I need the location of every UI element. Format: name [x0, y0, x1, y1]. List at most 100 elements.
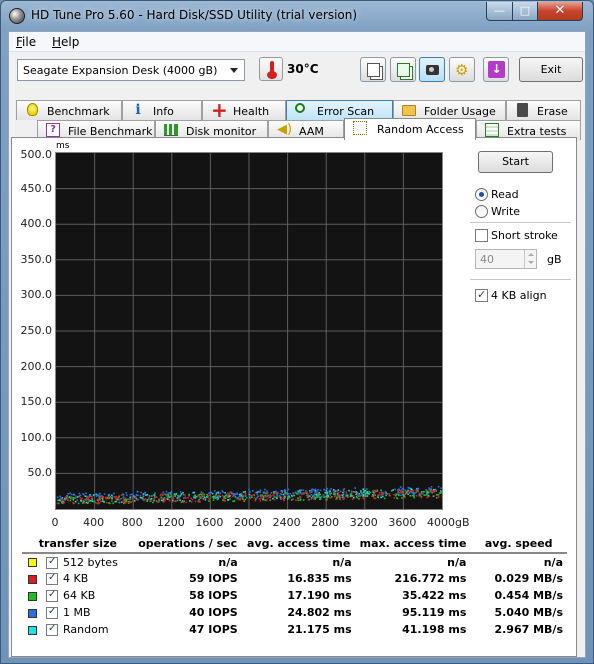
- tab-erase[interactable]: Erase: [506, 100, 581, 120]
- menu-file[interactable]: File: [16, 35, 36, 49]
- data-point: [211, 496, 214, 498]
- data-point: [364, 495, 367, 497]
- divider: [470, 222, 571, 223]
- spin-down-icon[interactable]: [524, 259, 536, 268]
- maximize-button[interactable]: □: [512, 2, 538, 21]
- data-point: [404, 496, 406, 499]
- data-point: [319, 493, 321, 496]
- avg-speed-cell: 5.040 MB/s: [494, 606, 563, 619]
- data-point: [265, 496, 267, 498]
- avg-speed-cell: 2.967 MB/s: [494, 623, 563, 636]
- tab-folder-usage[interactable]: Folder Usage: [393, 100, 506, 120]
- data-point: [244, 492, 247, 495]
- close-button[interactable]: ✕: [537, 2, 583, 21]
- copy-screenshot-button[interactable]: [390, 57, 416, 82]
- data-point: [339, 494, 342, 497]
- data-point: [177, 494, 179, 497]
- data-point: [66, 498, 69, 500]
- data-point: [249, 494, 252, 496]
- data-point: [263, 491, 266, 494]
- data-point: [307, 499, 310, 501]
- y-tick-label: 500.0: [20, 148, 53, 161]
- data-point: [80, 500, 82, 502]
- data-point: [330, 497, 332, 499]
- data-point: [299, 497, 302, 499]
- series-checkbox[interactable]: [46, 589, 58, 602]
- data-point: [428, 489, 431, 491]
- minimize-button[interactable]: —: [486, 2, 513, 21]
- data-point: [266, 498, 268, 501]
- screenshot-button[interactable]: [419, 57, 445, 82]
- series-color-swatch: [28, 574, 37, 584]
- read-radio[interactable]: [475, 188, 488, 201]
- data-point: [98, 492, 101, 495]
- tab-error-scan[interactable]: Error Scan: [286, 100, 393, 120]
- data-point: [355, 493, 357, 496]
- info-icon: i: [135, 102, 141, 118]
- data-point: [342, 493, 345, 496]
- data-point: [84, 502, 86, 504]
- spin-up-icon[interactable]: [524, 250, 536, 259]
- x-tick-label: 0: [51, 516, 59, 529]
- data-point: [227, 495, 229, 497]
- data-point: [307, 493, 310, 496]
- operations-cell: 47 IOPS: [189, 623, 238, 636]
- series-checkbox[interactable]: [46, 606, 58, 619]
- data-point: [82, 499, 84, 502]
- read-label: Read: [491, 188, 519, 201]
- series-checkbox[interactable]: [46, 623, 58, 636]
- tab-random-access[interactable]: Random Access: [344, 118, 476, 140]
- series-color-swatch: [28, 625, 37, 635]
- exit-button[interactable]: Exit: [519, 57, 583, 82]
- menu-help[interactable]: Help: [52, 35, 79, 49]
- data-point: [345, 493, 348, 495]
- y-tick-label: 250.0: [20, 324, 53, 337]
- data-point: [154, 496, 157, 498]
- drive-select[interactable]: Seagate Expansion Desk (4000 gB): [17, 59, 245, 81]
- series-checkbox[interactable]: [46, 572, 58, 585]
- data-point: [363, 490, 365, 492]
- title-bar[interactable]: HD Tune Pro 5.60 - Hard Disk/SSD Utility…: [1, 1, 593, 31]
- menu-bar: File Help: [9, 32, 585, 52]
- data-point: [182, 491, 184, 494]
- transfer-size-label: 4 KB: [63, 572, 89, 585]
- short-stroke-input[interactable]: 40: [475, 249, 537, 269]
- bulb-icon: [27, 103, 38, 116]
- data-point: [197, 501, 200, 503]
- data-point: [378, 492, 381, 494]
- data-point: [310, 498, 313, 500]
- options-button[interactable]: ⚙: [449, 57, 475, 82]
- copy-text-button[interactable]: [360, 57, 386, 82]
- tab-health[interactable]: + Health: [202, 100, 286, 120]
- start-button[interactable]: Start: [478, 151, 553, 173]
- data-point: [262, 497, 265, 499]
- data-point: [374, 490, 377, 493]
- data-point: [179, 499, 181, 501]
- tab-info[interactable]: i Info: [122, 100, 202, 120]
- data-point: [91, 499, 94, 502]
- data-point: [428, 487, 430, 489]
- tab-benchmark[interactable]: Benchmark: [16, 100, 122, 120]
- data-point: [293, 494, 295, 497]
- data-point: [328, 492, 331, 494]
- max-access-cell: 41.198 ms: [402, 623, 467, 636]
- max-access-cell: 216.772 ms: [394, 572, 467, 585]
- short-stroke-checkbox[interactable]: [475, 229, 488, 242]
- data-point: [216, 498, 219, 501]
- data-point: [148, 496, 150, 499]
- data-point: [194, 500, 197, 503]
- data-point: [151, 495, 153, 497]
- data-point: [416, 487, 419, 490]
- align-checkbox[interactable]: [475, 288, 488, 302]
- data-point: [400, 491, 403, 494]
- data-point: [299, 491, 301, 493]
- app-icon[interactable]: [9, 8, 25, 24]
- data-point: [159, 494, 162, 497]
- save-button[interactable]: ↓: [483, 57, 509, 82]
- random-access-icon: [353, 121, 367, 135]
- tab-label: Error Scan: [317, 105, 375, 118]
- series-checkbox[interactable]: [46, 556, 58, 569]
- write-radio[interactable]: [475, 205, 488, 218]
- data-point: [329, 494, 331, 496]
- data-point: [319, 489, 322, 492]
